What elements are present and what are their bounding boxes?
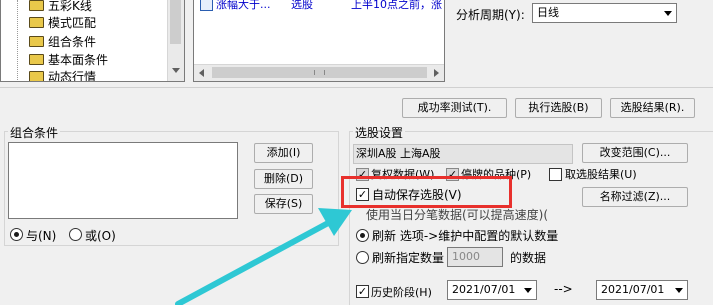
annotation-arrow bbox=[175, 208, 352, 305]
